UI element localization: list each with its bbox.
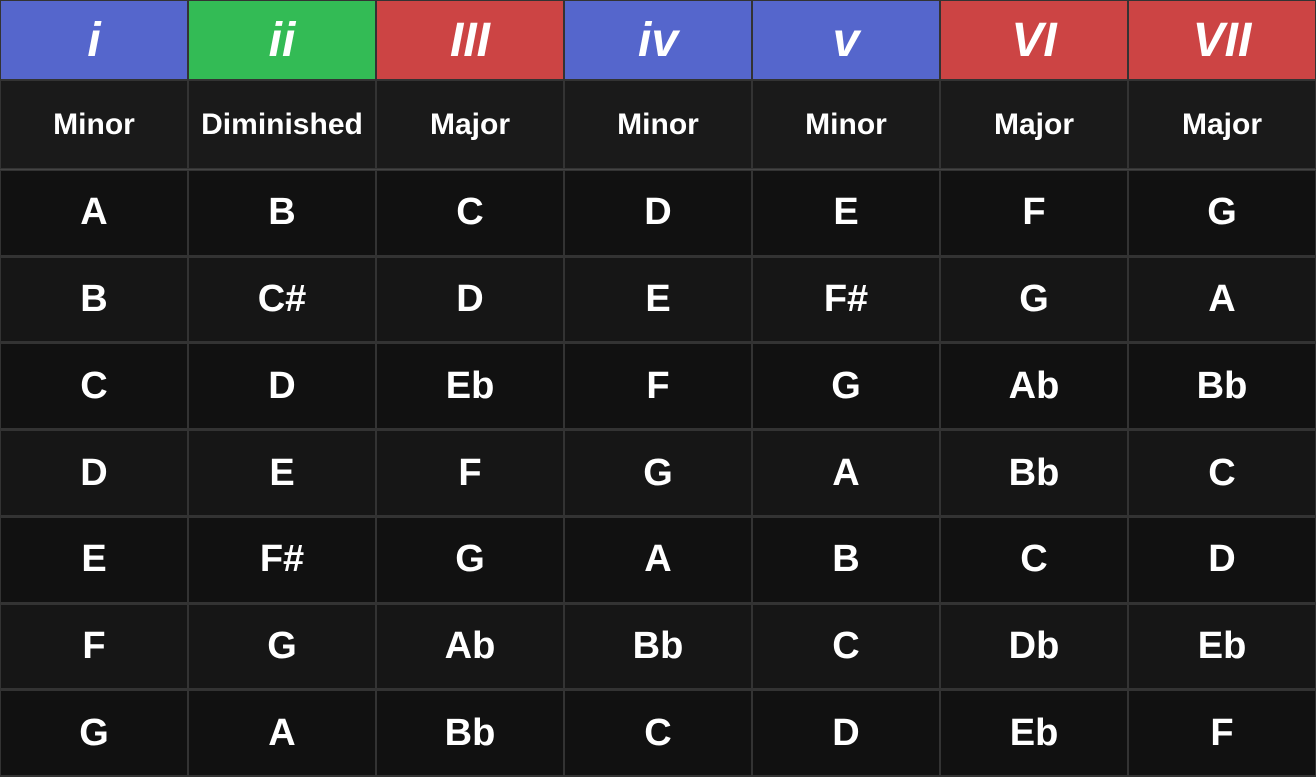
table-row: GABbCDEbF [0,690,1316,777]
data-cell-5-2: Ab [376,604,564,690]
header-row: iiiIIIivvVIVII [0,0,1316,80]
data-cell-3-5: Bb [940,430,1128,516]
data-cell-1-1: C# [188,257,376,343]
data-cell-1-4: F# [752,257,940,343]
data-cell-2-3: F [564,343,752,429]
data-cell-3-1: E [188,430,376,516]
data-cell-6-3: C [564,690,752,776]
header-cell-3: iv [564,0,752,80]
data-cell-0-2: C [376,170,564,256]
data-cell-1-6: A [1128,257,1316,343]
header-cell-2: III [376,0,564,80]
data-cell-3-3: G [564,430,752,516]
data-cell-3-2: F [376,430,564,516]
data-cell-2-1: D [188,343,376,429]
table-row: FGAbBbCDbEb [0,604,1316,691]
data-cell-2-0: C [0,343,188,429]
table-row: DEFGABbC [0,430,1316,517]
data-cell-4-0: E [0,517,188,603]
data-cell-2-5: Ab [940,343,1128,429]
data-cell-4-4: B [752,517,940,603]
quality-cell-1: Diminished [188,80,376,169]
quality-row: MinorDiminishedMajorMinorMinorMajorMajor [0,80,1316,170]
data-cell-5-5: Db [940,604,1128,690]
data-cell-5-0: F [0,604,188,690]
data-cell-6-1: A [188,690,376,776]
table-row: CDEbFGAbBb [0,343,1316,430]
data-cell-0-4: E [752,170,940,256]
data-cell-1-2: D [376,257,564,343]
table-row: BC#DEF#GA [0,257,1316,344]
header-cell-1: ii [188,0,376,80]
data-cell-3-0: D [0,430,188,516]
data-cell-5-6: Eb [1128,604,1316,690]
data-cell-2-2: Eb [376,343,564,429]
table-row: ABCDEFG [0,170,1316,257]
data-cell-0-6: G [1128,170,1316,256]
data-cell-4-5: C [940,517,1128,603]
data-cell-4-6: D [1128,517,1316,603]
quality-cell-0: Minor [0,80,188,169]
quality-cell-3: Minor [564,80,752,169]
data-cell-1-3: E [564,257,752,343]
data-cell-6-4: D [752,690,940,776]
data-cell-6-6: F [1128,690,1316,776]
quality-cell-5: Major [940,80,1128,169]
data-cell-6-5: Eb [940,690,1128,776]
data-cell-6-0: G [0,690,188,776]
header-cell-5: VI [940,0,1128,80]
table-row: EF#GABCD [0,517,1316,604]
data-cell-2-4: G [752,343,940,429]
data-cell-0-0: A [0,170,188,256]
data-cell-0-3: D [564,170,752,256]
data-cell-5-3: Bb [564,604,752,690]
data-cell-4-3: A [564,517,752,603]
data-cell-5-4: C [752,604,940,690]
data-cell-1-5: G [940,257,1128,343]
header-cell-4: v [752,0,940,80]
quality-cell-6: Major [1128,80,1316,169]
data-cell-3-6: C [1128,430,1316,516]
quality-cell-2: Major [376,80,564,169]
data-cell-1-0: B [0,257,188,343]
header-cell-6: VII [1128,0,1316,80]
data-rows: ABCDEFGBC#DEF#GACDEbFGAbBbDEFGABbCEF#GAB… [0,170,1316,777]
chord-table: iiiIIIivvVIVII MinorDiminishedMajorMinor… [0,0,1316,777]
data-cell-2-6: Bb [1128,343,1316,429]
data-cell-4-1: F# [188,517,376,603]
quality-cell-4: Minor [752,80,940,169]
data-cell-6-2: Bb [376,690,564,776]
data-cell-4-2: G [376,517,564,603]
data-cell-5-1: G [188,604,376,690]
data-cell-0-5: F [940,170,1128,256]
data-cell-0-1: B [188,170,376,256]
data-cell-3-4: A [752,430,940,516]
header-cell-0: i [0,0,188,80]
